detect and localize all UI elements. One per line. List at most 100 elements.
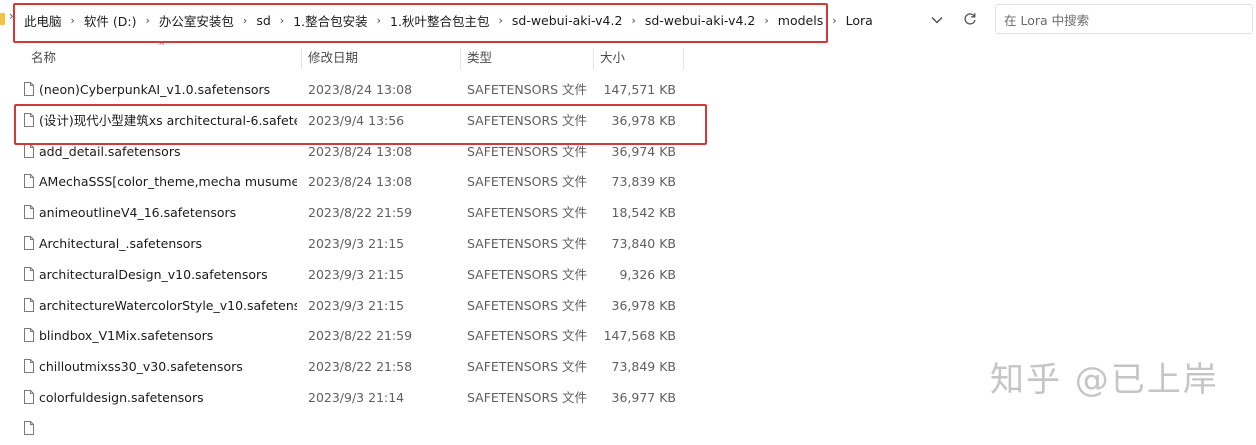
file-row[interactable]: blindbox_V1Mix.safetensors 2023/8/22 21:… xyxy=(0,321,700,352)
column-divider[interactable] xyxy=(683,48,684,70)
file-date: 2023/9/3 21:15 xyxy=(308,297,405,313)
folder-icon xyxy=(0,13,5,25)
document-icon xyxy=(24,328,34,343)
file-type: SAFETENSORS 文件 xyxy=(467,297,588,313)
column-divider[interactable] xyxy=(593,48,594,70)
file-date: 2023/9/3 21:15 xyxy=(308,266,405,282)
file-size: 18,542 KB xyxy=(611,205,676,221)
file-type: SAFETENSORS 文件 xyxy=(467,266,588,282)
file-row[interactable]: Architectural_.safetensors 2023/9/3 21:1… xyxy=(0,229,700,260)
search-input[interactable] xyxy=(1002,10,1246,30)
search-box[interactable] xyxy=(995,4,1253,34)
file-name: chilloutmixss30_v30.safetensors xyxy=(39,359,243,375)
file-name: add_detail.safetensors xyxy=(39,143,181,159)
document-icon xyxy=(24,112,34,127)
breadcrumb-item-this-pc[interactable]: 此电脑 xyxy=(22,11,64,30)
breadcrumb-item-drive-d[interactable]: 软件 (D:) xyxy=(82,11,139,30)
file-name: (设计)现代小型建筑xs architectural-6.safeten... xyxy=(39,112,297,128)
chevron-right-icon[interactable]: › xyxy=(139,14,157,27)
file-name: architecturalDesign_v10.safetensors xyxy=(39,266,268,282)
file-type: SAFETENSORS 文件 xyxy=(467,205,588,221)
file-row[interactable]: architectureWatercolorStyle_v10.safetens… xyxy=(0,291,700,322)
file-size: 36,978 KB xyxy=(611,112,676,128)
file-row[interactable]: add_detail.safetensors 2023/8/24 13:08 S… xyxy=(0,137,700,168)
file-date: 2023/8/22 21:59 xyxy=(308,205,413,221)
breadcrumb-item-models[interactable]: models xyxy=(776,13,825,28)
file-size: 36,974 KB xyxy=(611,143,676,159)
file-date: 2023/8/22 21:59 xyxy=(308,328,413,344)
file-size: 73,840 KB xyxy=(611,235,676,251)
file-size: 73,849 KB xyxy=(611,359,676,375)
refresh-icon xyxy=(964,13,976,25)
document-icon xyxy=(24,420,34,435)
address-row: › 此电脑 › 软件 (D:) › 办公室安装包 › sd › 1.整合包安装 … xyxy=(0,0,1256,43)
file-row[interactable]: architecturalDesign_v10.safetensors 2023… xyxy=(0,260,700,291)
chevron-right-icon[interactable]: › xyxy=(491,14,509,27)
file-row[interactable]: colorfuldesign.safetensors 2023/9/3 21:1… xyxy=(0,383,700,414)
document-icon xyxy=(24,266,34,281)
breadcrumb-item-main-package[interactable]: 1.秋叶整合包主包 xyxy=(388,11,491,30)
column-header-name[interactable]: 名称 xyxy=(31,45,299,71)
column-divider[interactable] xyxy=(460,48,461,70)
chevron-right-icon[interactable]: › xyxy=(273,14,291,27)
file-date: 2023/9/4 13:56 xyxy=(308,112,405,128)
file-type: SAFETENSORS 文件 xyxy=(467,328,588,344)
file-type: SAFETENSORS 文件 xyxy=(467,389,588,405)
file-row[interactable]: chilloutmixss30_v30.safetensors 2023/8/2… xyxy=(0,352,700,383)
breadcrumb-item-webui-aki-2[interactable]: sd-webui-aki-v4.2 xyxy=(643,13,758,28)
file-row[interactable]: AMechaSSS[color_theme,mecha musume, ... … xyxy=(0,167,700,198)
chevron-right-icon[interactable]: › xyxy=(9,9,14,23)
chevron-right-icon[interactable]: › xyxy=(236,14,254,27)
chevron-right-icon[interactable]: › xyxy=(757,14,775,27)
column-divider[interactable] xyxy=(301,48,302,70)
file-size: 9,326 KB xyxy=(619,266,676,282)
file-row[interactable]: (neon)CyberpunkAI_v1.0.safetensors 2023/… xyxy=(0,75,700,106)
file-type: SAFETENSORS 文件 xyxy=(467,112,588,128)
chevron-right-icon[interactable]: › xyxy=(370,14,388,27)
watermark: 知乎 @已上岸 xyxy=(990,360,1219,400)
file-type: SAFETENSORS 文件 xyxy=(467,174,588,190)
document-icon xyxy=(24,174,34,189)
document-icon xyxy=(24,389,34,404)
refresh-button[interactable] xyxy=(959,8,981,30)
file-type: SAFETENSORS 文件 xyxy=(467,359,588,375)
breadcrumb-item-webui-aki-1[interactable]: sd-webui-aki-v4.2 xyxy=(510,13,625,28)
file-date: 2023/8/24 13:08 xyxy=(308,174,413,190)
file-date: 2023/9/3 21:15 xyxy=(308,235,405,251)
chevron-right-icon[interactable]: › xyxy=(825,14,843,27)
file-size: 36,978 KB xyxy=(611,297,676,313)
column-header-type[interactable]: 类型 xyxy=(467,45,592,71)
file-type: SAFETENSORS 文件 xyxy=(467,82,588,97)
file-name: blindbox_V1Mix.safetensors xyxy=(39,328,214,344)
file-size: 36,977 KB xyxy=(611,389,676,405)
column-header-date[interactable]: 修改日期 xyxy=(308,45,458,71)
file-row[interactable]: (设计)现代小型建筑xs architectural-6.safeten... … xyxy=(0,106,700,137)
file-row[interactable]: animeoutlineV4_16.safetensors 2023/8/22 … xyxy=(0,198,700,229)
breadcrumb-item-package-install[interactable]: 1.整合包安装 xyxy=(291,11,369,30)
file-date: 2023/8/22 21:58 xyxy=(308,359,413,375)
file-name: colorfuldesign.safetensors xyxy=(39,389,204,405)
breadcrumb-item-lora[interactable]: Lora xyxy=(844,13,875,28)
breadcrumb-item-sd[interactable]: sd xyxy=(254,13,272,28)
file-type: SAFETENSORS 文件 xyxy=(467,235,588,251)
file-list: (neon)CyberpunkAI_v1.0.safetensors 2023/… xyxy=(0,75,700,445)
address-dropdown-button[interactable] xyxy=(928,10,946,30)
file-name: Architectural_.safetensors xyxy=(39,235,203,251)
breadcrumb-item-office-installers[interactable]: 办公室安装包 xyxy=(157,11,236,30)
document-icon xyxy=(24,82,34,96)
file-name: architectureWatercolorStyle_v10.safetens… xyxy=(39,297,297,313)
document-icon xyxy=(24,359,34,374)
file-date: 2023/8/24 13:08 xyxy=(308,82,413,97)
document-icon xyxy=(24,297,34,312)
chevron-right-icon[interactable]: › xyxy=(64,14,82,27)
file-name: (neon)CyberpunkAI_v1.0.safetensors xyxy=(39,82,271,97)
file-type: SAFETENSORS 文件 xyxy=(467,143,588,159)
file-date: 2023/8/24 13:08 xyxy=(308,143,413,159)
file-name: AMechaSSS[color_theme,mecha musume, ... xyxy=(39,174,297,190)
chevron-right-icon[interactable]: › xyxy=(624,14,642,27)
file-size: 73,839 KB xyxy=(611,174,676,190)
document-icon xyxy=(24,235,34,250)
column-header-size[interactable]: 大小 xyxy=(600,45,680,71)
breadcrumb: 此电脑 › 软件 (D:) › 办公室安装包 › sd › 1.整合包安装 › … xyxy=(22,8,875,32)
file-row[interactable] xyxy=(0,414,700,445)
